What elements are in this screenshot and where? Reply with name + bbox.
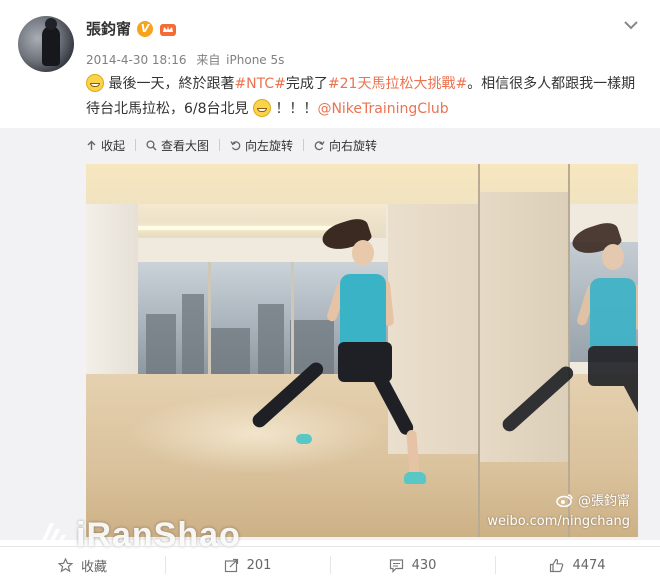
- window-frame: [208, 262, 211, 374]
- photo-subject-reflection: [499, 219, 638, 496]
- weibo-logo-icon: [556, 493, 573, 507]
- collapse-label: 收起: [101, 138, 126, 153]
- text-part-2: 完成了: [285, 76, 328, 92]
- source-prefix: 来自: [196, 53, 221, 67]
- magnifier-icon: [146, 139, 157, 150]
- username[interactable]: 張鈞甯: [86, 18, 131, 39]
- post-author: 張鈞甯 V: [86, 18, 177, 39]
- post-text: 最後一天，終於跟著#NTC#完成了#21天馬拉松大挑戰#。相信很多人都跟我一樣期…: [86, 72, 638, 122]
- star-icon: [57, 557, 73, 572]
- collapse-button[interactable]: 收起: [86, 137, 125, 154]
- hashtag-21-day-challenge[interactable]: #21天馬拉松大挑戰#: [328, 76, 467, 92]
- repost-icon: [224, 558, 238, 572]
- watermark-name-text: @張鈞甯: [577, 494, 630, 509]
- comment-count: 430: [411, 557, 437, 573]
- rotate-right-label: 向右旋转: [329, 138, 378, 153]
- favorite-button[interactable]: 收藏: [0, 547, 165, 583]
- view-large-button[interactable]: 查看大图: [146, 137, 209, 154]
- arrow-up-icon: [87, 140, 96, 150]
- toolbar-divider: [219, 139, 221, 151]
- repost-button[interactable]: 201: [165, 547, 330, 583]
- chevron-down-icon[interactable]: [624, 20, 638, 30]
- mention-nike-training-club[interactable]: @NikeTrainingClub: [317, 101, 448, 117]
- rotate-right-button[interactable]: 向右旋转: [314, 137, 377, 154]
- post-photo[interactable]: @張鈞甯 weibo.com/ningchang: [86, 164, 638, 537]
- like-button[interactable]: 4474: [495, 547, 660, 583]
- rotate-left-button[interactable]: 向左旋转: [230, 137, 293, 154]
- grin-emoji-icon: [86, 74, 104, 92]
- thumbs-up-icon: [550, 558, 564, 572]
- rotate-left-label: 向左旋转: [245, 138, 294, 153]
- post-meta: 2014-4-30 18:16 来自 iPhone 5s: [86, 51, 290, 68]
- post-timestamp[interactable]: 2014-4-30 18:16: [86, 53, 187, 67]
- repost-count: 201: [246, 557, 272, 573]
- comment-icon: [389, 558, 403, 573]
- rotate-left-icon: [230, 140, 241, 150]
- text-part-1: 最後一天，終於跟著: [108, 76, 235, 92]
- media-toolbar: 收起 查看大图 向左旋转 向右旋转: [86, 136, 377, 154]
- post-action-bar: 收藏 201 430 4474: [0, 546, 660, 583]
- rotate-right-icon: [314, 140, 325, 150]
- toolbar-divider: [135, 139, 137, 151]
- text-part-4: ！！！: [275, 101, 318, 117]
- verified-badge[interactable]: V: [137, 20, 154, 37]
- comment-button[interactable]: 430: [330, 547, 495, 583]
- like-count: 4474: [572, 557, 606, 573]
- hashtag-ntc[interactable]: #NTC#: [234, 76, 285, 92]
- window-frame: [291, 262, 294, 374]
- favorite-label: 收藏: [80, 559, 107, 575]
- toolbar-divider: [303, 139, 305, 151]
- avatar[interactable]: [18, 16, 74, 72]
- grin-emoji-icon: [252, 99, 271, 117]
- photo-watermark-name: @張鈞甯: [556, 490, 630, 509]
- view-large-label: 查看大图: [161, 138, 210, 153]
- media-expanded-box: 收起 查看大图 向左旋转 向右旋转 @張鈞甯 weibo.com/ningcha…: [0, 128, 660, 540]
- photo-watermark-url: weibo.com/ningchang: [487, 514, 630, 529]
- source-device[interactable]: iPhone 5s: [226, 53, 284, 67]
- photo-subject: [249, 215, 434, 492]
- vip-crown-icon[interactable]: [159, 21, 177, 37]
- weibo-post-card: 張鈞甯 V 2014-4-30 18:16 来自 iPhone 5s 最後一天，…: [0, 0, 660, 582]
- mirror-seam: [478, 164, 480, 537]
